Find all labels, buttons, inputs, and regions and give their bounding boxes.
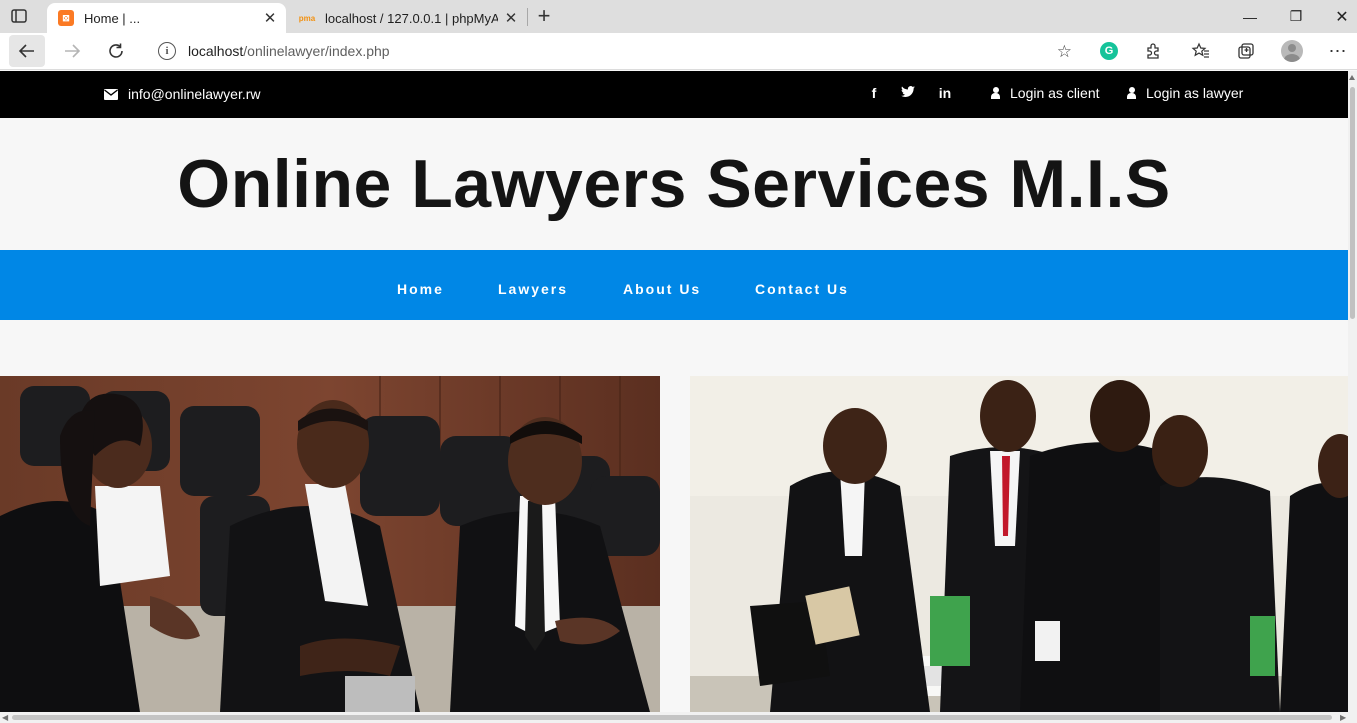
twitter-icon[interactable]: [898, 85, 918, 101]
scroll-left-arrow[interactable]: ◀: [2, 713, 8, 722]
close-tab-icon[interactable]: ✕: [498, 5, 524, 31]
new-tab-button[interactable]: +: [532, 3, 556, 28]
browser-toolbar: i localhost/onlinelawyer/index.php ☆ G ⋯: [0, 33, 1357, 70]
avatar: [1281, 40, 1303, 62]
login-lawyer-link[interactable]: Login as lawyer: [1127, 85, 1243, 101]
grammarly-icon[interactable]: G: [1097, 39, 1121, 63]
nav-home[interactable]: Home: [397, 281, 444, 297]
user-icon: [1127, 87, 1136, 99]
more-menu-icon[interactable]: ⋯: [1326, 39, 1350, 63]
linkedin-icon[interactable]: in: [935, 85, 955, 101]
phpmyadmin-icon: pma: [298, 13, 316, 23]
close-tab-icon[interactable]: ✕: [257, 5, 283, 31]
twitter-bird-shape: [901, 86, 915, 98]
nav-contact-us[interactable]: Contact Us: [755, 281, 849, 297]
tab-separator: [527, 8, 528, 26]
site-header: Online Lawyers Services M.I.S: [0, 118, 1348, 250]
profile-avatar[interactable]: [1280, 39, 1304, 63]
lawyers-group-illustration: [690, 376, 1348, 712]
horizontal-scrollbar[interactable]: ◀ ▶: [0, 712, 1357, 723]
nav-about-us[interactable]: About Us: [623, 281, 701, 297]
extensions-icon[interactable]: [1141, 39, 1165, 63]
tab-phpmyadmin[interactable]: pma localhost / 127.0.0.1 | phpMyAdmin ✕: [288, 3, 527, 33]
login-client-label: Login as client: [1010, 85, 1100, 101]
tab-actions-icon[interactable]: [10, 7, 28, 25]
vertical-scrollbar[interactable]: [1348, 71, 1357, 712]
favorites-icon[interactable]: [1189, 39, 1213, 63]
login-client-link[interactable]: Login as client: [991, 85, 1100, 101]
collections-icon[interactable]: [1234, 39, 1258, 63]
xampp-icon: ⊠: [58, 10, 74, 26]
user-icon: [991, 87, 1000, 99]
email-text: info@onlinelawyer.rw: [128, 86, 261, 102]
reload-icon[interactable]: [98, 35, 134, 67]
login-lawyer-label: Login as lawyer: [1146, 85, 1244, 101]
back-icon[interactable]: [9, 35, 45, 67]
restore-button[interactable]: ❐: [1273, 0, 1319, 33]
lawyers-group-photo: [690, 376, 1348, 712]
minimize-button[interactable]: —: [1227, 0, 1273, 33]
scroll-right-arrow[interactable]: ▶: [1340, 713, 1346, 722]
add-favorite-icon[interactable]: ☆: [1057, 42, 1072, 62]
browser-tab-strip: ⊠ Home | ... ✕ pma localhost / 127.0.0.1…: [0, 0, 1357, 33]
lawyers-seated-illustration: [0, 376, 660, 712]
tab-home[interactable]: ⊠ Home | ... ✕: [47, 3, 286, 33]
lawyers-seated-photo: [0, 376, 660, 712]
main-navigation: Home Lawyers About Us Contact Us: [0, 250, 1348, 320]
tab-title: Home | ...: [84, 10, 141, 26]
forward-icon[interactable]: [54, 35, 90, 67]
envelope-icon: [104, 88, 118, 100]
site-title: Online Lawyers Services M.I.S: [177, 146, 1171, 222]
scroll-up-arrow[interactable]: [1349, 75, 1355, 80]
facebook-icon[interactable]: f: [864, 85, 884, 101]
top-info-bar: info@onlinelawyer.rw f in Login as clien…: [0, 71, 1348, 118]
site-info-icon[interactable]: i: [158, 42, 176, 60]
horizontal-scroll-thumb[interactable]: [12, 715, 1332, 720]
address-bar[interactable]: i localhost/onlinelawyer/index.php ☆: [144, 35, 1086, 67]
url-text: localhost/onlinelawyer/index.php: [188, 43, 390, 59]
tab-title: localhost / 127.0.0.1 | phpMyAdmin: [325, 10, 498, 26]
grammarly-badge: G: [1100, 42, 1118, 60]
url-path: /onlinelawyer/index.php: [243, 43, 390, 59]
contact-email[interactable]: info@onlinelawyer.rw: [104, 86, 261, 102]
vertical-scroll-thumb[interactable]: [1350, 87, 1355, 319]
url-host: localhost: [188, 43, 244, 59]
nav-lawyers[interactable]: Lawyers: [498, 281, 568, 297]
close-window-button[interactable]: ✕: [1319, 0, 1357, 33]
